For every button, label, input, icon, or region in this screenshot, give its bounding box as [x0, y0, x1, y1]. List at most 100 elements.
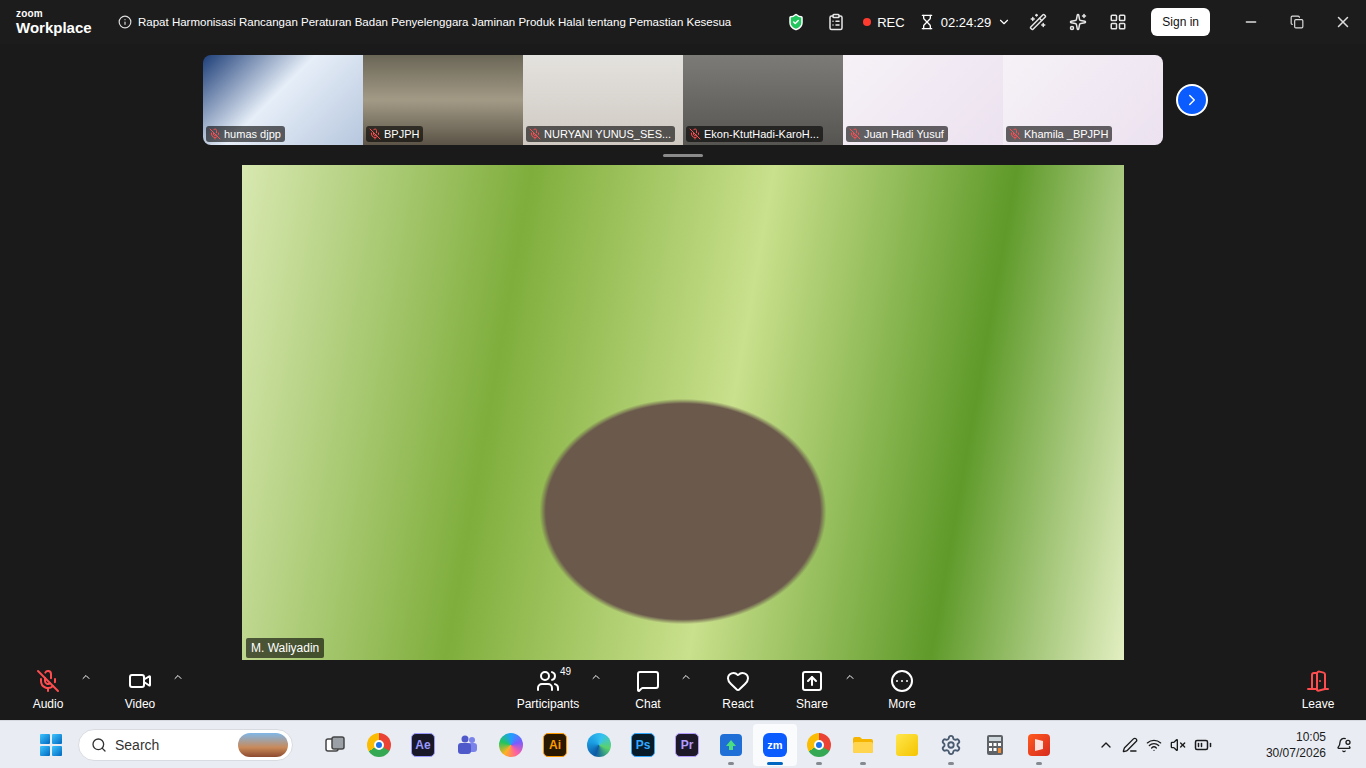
chat-button[interactable]: Chat: [618, 667, 678, 713]
taskbar-app[interactable]: zm: [753, 724, 797, 766]
recording-dot: [863, 18, 871, 26]
video-button[interactable]: Video: [110, 667, 170, 713]
taskbar-app[interactable]: [797, 724, 841, 766]
annotate-button[interactable]: [1025, 9, 1051, 35]
more-button[interactable]: More: [872, 667, 932, 713]
share-menu-button[interactable]: [842, 667, 858, 687]
taskbar-app[interactable]: [841, 724, 885, 766]
participant-tile[interactable]: NURYANI YUNUS_SES...: [523, 55, 683, 145]
adobe-app-icon: Ps: [631, 733, 655, 757]
toolbar-item: Chat: [618, 667, 694, 713]
meeting-toolbar: Audio Video 49Participants Chat React Share Mo…: [0, 660, 1366, 720]
taskbar-app[interactable]: [445, 724, 489, 766]
running-indicator: [816, 762, 822, 765]
taskbar-app[interactable]: Ai: [533, 724, 577, 766]
search-placeholder: Search: [115, 737, 230, 753]
chat-menu-button[interactable]: [678, 667, 694, 687]
taskbar-app[interactable]: [973, 724, 1017, 766]
title-bar-actions: REC 02:24:29 Sign in: [769, 8, 1210, 36]
search-icon: [91, 737, 107, 753]
taskbar-app[interactable]: Ae: [401, 724, 445, 766]
more-icon: [890, 669, 914, 693]
toolbar-item: Audio: [18, 667, 94, 713]
taskbar-app[interactable]: Pr: [665, 724, 709, 766]
chat-icon: [636, 669, 660, 693]
react-button[interactable]: React: [708, 667, 768, 713]
edge-icon: [587, 733, 611, 757]
mic-off-icon: [849, 128, 861, 140]
minimize-button[interactable]: [1228, 0, 1274, 44]
sign-in-button[interactable]: Sign in: [1151, 8, 1210, 36]
battery-icon[interactable]: [1194, 736, 1212, 754]
pen-icon[interactable]: [1122, 737, 1138, 753]
participant-tile[interactable]: BPJPH: [363, 55, 523, 145]
participant-tile[interactable]: humas djpp: [203, 55, 363, 145]
gallery-next-button[interactable]: [1176, 84, 1208, 116]
audio-button[interactable]: Audio: [18, 667, 78, 713]
windows-taskbar: Search Ae Ai Ps Pr zm 10:0530/07/2026: [0, 720, 1366, 768]
participants-button[interactable]: 49Participants: [508, 667, 588, 713]
participant-tile[interactable]: Ekon-KtutHadi-KaroH...: [683, 55, 843, 145]
taskbar-app[interactable]: [357, 724, 401, 766]
video-icon: [128, 669, 152, 693]
volume-muted-icon[interactable]: [1170, 737, 1186, 753]
wifi-icon[interactable]: [1146, 737, 1162, 753]
info-icon[interactable]: [118, 15, 132, 29]
participant-name: Khamila _BPJPH: [1024, 128, 1108, 140]
resize-handle[interactable]: [663, 154, 703, 157]
audio-menu-button[interactable]: [78, 667, 94, 687]
restore-button[interactable]: [1274, 0, 1320, 44]
participant-name: humas djpp: [224, 128, 281, 140]
security-button[interactable]: [783, 9, 809, 35]
taskbar-app[interactable]: [489, 724, 533, 766]
taskbar-app[interactable]: [885, 724, 929, 766]
zoom-app-icon: zm: [763, 733, 787, 757]
clock[interactable]: 10:0530/07/2026: [1266, 729, 1326, 761]
taskbar-app[interactable]: Ps: [621, 724, 665, 766]
taskbar-app[interactable]: [313, 724, 357, 766]
recording-indicator[interactable]: REC: [863, 15, 904, 30]
view-button[interactable]: [1105, 9, 1131, 35]
leave-icon: [1306, 669, 1330, 693]
chrome-icon: [367, 733, 391, 757]
participant-tile[interactable]: Juan Hadi Yusuf: [843, 55, 1003, 145]
leave-button[interactable]: Leave: [1288, 667, 1348, 713]
toolbar-icon-box: [800, 669, 824, 693]
participant-name: NURYANI YUNUS_SES...: [544, 128, 671, 140]
toolbar-icon-box: [636, 669, 660, 693]
participant-name: Juan Hadi Yusuf: [864, 128, 944, 140]
notification-bell-icon[interactable]: [1336, 737, 1352, 753]
clock-time: 10:05: [1296, 729, 1326, 745]
taskbar-app[interactable]: [1017, 724, 1061, 766]
taskbar-search[interactable]: Search: [78, 729, 293, 761]
taskbar-app[interactable]: [577, 724, 621, 766]
sparkles-icon: [1069, 13, 1087, 31]
taskbar-app[interactable]: [709, 724, 753, 766]
folder-icon: [851, 733, 875, 757]
toolbar-icon-box: 49: [536, 669, 560, 693]
close-button[interactable]: [1320, 0, 1366, 44]
toolbar-item: More: [872, 667, 932, 713]
running-indicator: [948, 762, 954, 765]
chevron-up-icon: [680, 671, 692, 683]
video-menu-button[interactable]: [170, 667, 186, 687]
participant-tile[interactable]: Khamila _BPJPH: [1003, 55, 1163, 145]
toolbar-left: Audio Video: [0, 667, 186, 713]
heart-icon: [726, 669, 750, 693]
search-highlight-icon: [238, 733, 288, 757]
toolbar-item: Leave: [1288, 667, 1348, 713]
meeting-timer[interactable]: 02:24:29: [919, 14, 1012, 30]
chrome-icon: [807, 733, 831, 757]
ai-companion-button[interactable]: [1065, 9, 1091, 35]
share-button[interactable]: Share: [782, 667, 842, 713]
notes-button[interactable]: [823, 9, 849, 35]
clock-date: 30/07/2026: [1266, 745, 1326, 761]
close-icon: [1334, 13, 1352, 31]
taskbar-app[interactable]: [929, 724, 973, 766]
chevron-up-icon[interactable]: [1098, 737, 1114, 753]
running-indicator: [1036, 762, 1042, 765]
participants-menu-button[interactable]: [588, 667, 604, 687]
participant-name: BPJPH: [384, 128, 419, 140]
start-button[interactable]: [31, 725, 71, 765]
teams-icon: [455, 733, 479, 757]
